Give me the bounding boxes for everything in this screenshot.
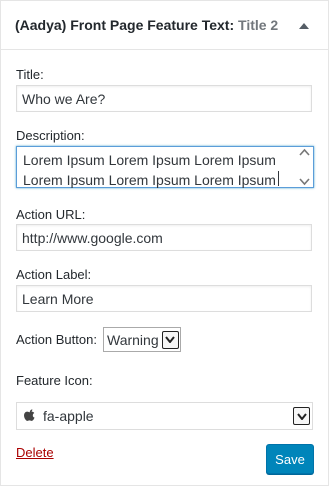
title-input[interactable] [16,85,312,112]
action-url-label: Action URL: [16,207,86,222]
description-scrollbar[interactable] [297,148,312,186]
feature-icon-select[interactable]: fa-apple [16,402,313,430]
scroll-up-icon[interactable] [299,148,310,156]
action-button-label: Action Button: [16,332,97,347]
chevron-down-icon[interactable] [293,407,310,425]
title-label: Title: [16,67,44,82]
action-label-label: Action Label: [16,267,92,282]
save-button[interactable]: Save [266,444,314,474]
description-textarea[interactable]: Lorem Ipsum Lorem Ipsum Lorem Ipsum Lore… [16,146,314,188]
action-label-input[interactable] [16,285,312,312]
chevron-down-icon[interactable] [161,330,179,349]
description-label: Description: [16,128,85,143]
widget-panel: (Aadya) Front Page Feature Text: Title 2… [0,0,329,486]
widget-name: (Aadya) Front Page Feature Text [15,17,230,33]
collapse-toggle-icon[interactable] [294,15,314,35]
description-text: Lorem Ipsum Lorem Ipsum Lorem Ipsum Lore… [23,152,276,188]
action-button-value: Warning [107,331,159,348]
feature-icon-label: Feature Icon: [16,373,93,388]
action-button-select[interactable]: Warning [103,327,181,352]
feature-icon-value: fa-apple [43,408,94,424]
delete-link[interactable]: Delete [16,445,54,460]
apple-icon [24,409,35,421]
widget-instance-title: Title 2 [234,17,279,33]
widget-title: (Aadya) Front Page Feature Text: Title 2 [15,17,294,33]
widget-header[interactable]: (Aadya) Front Page Feature Text: Title 2 [1,1,328,50]
action-url-input[interactable] [16,224,312,251]
scroll-down-icon[interactable] [299,178,310,186]
text-caret [278,171,279,186]
